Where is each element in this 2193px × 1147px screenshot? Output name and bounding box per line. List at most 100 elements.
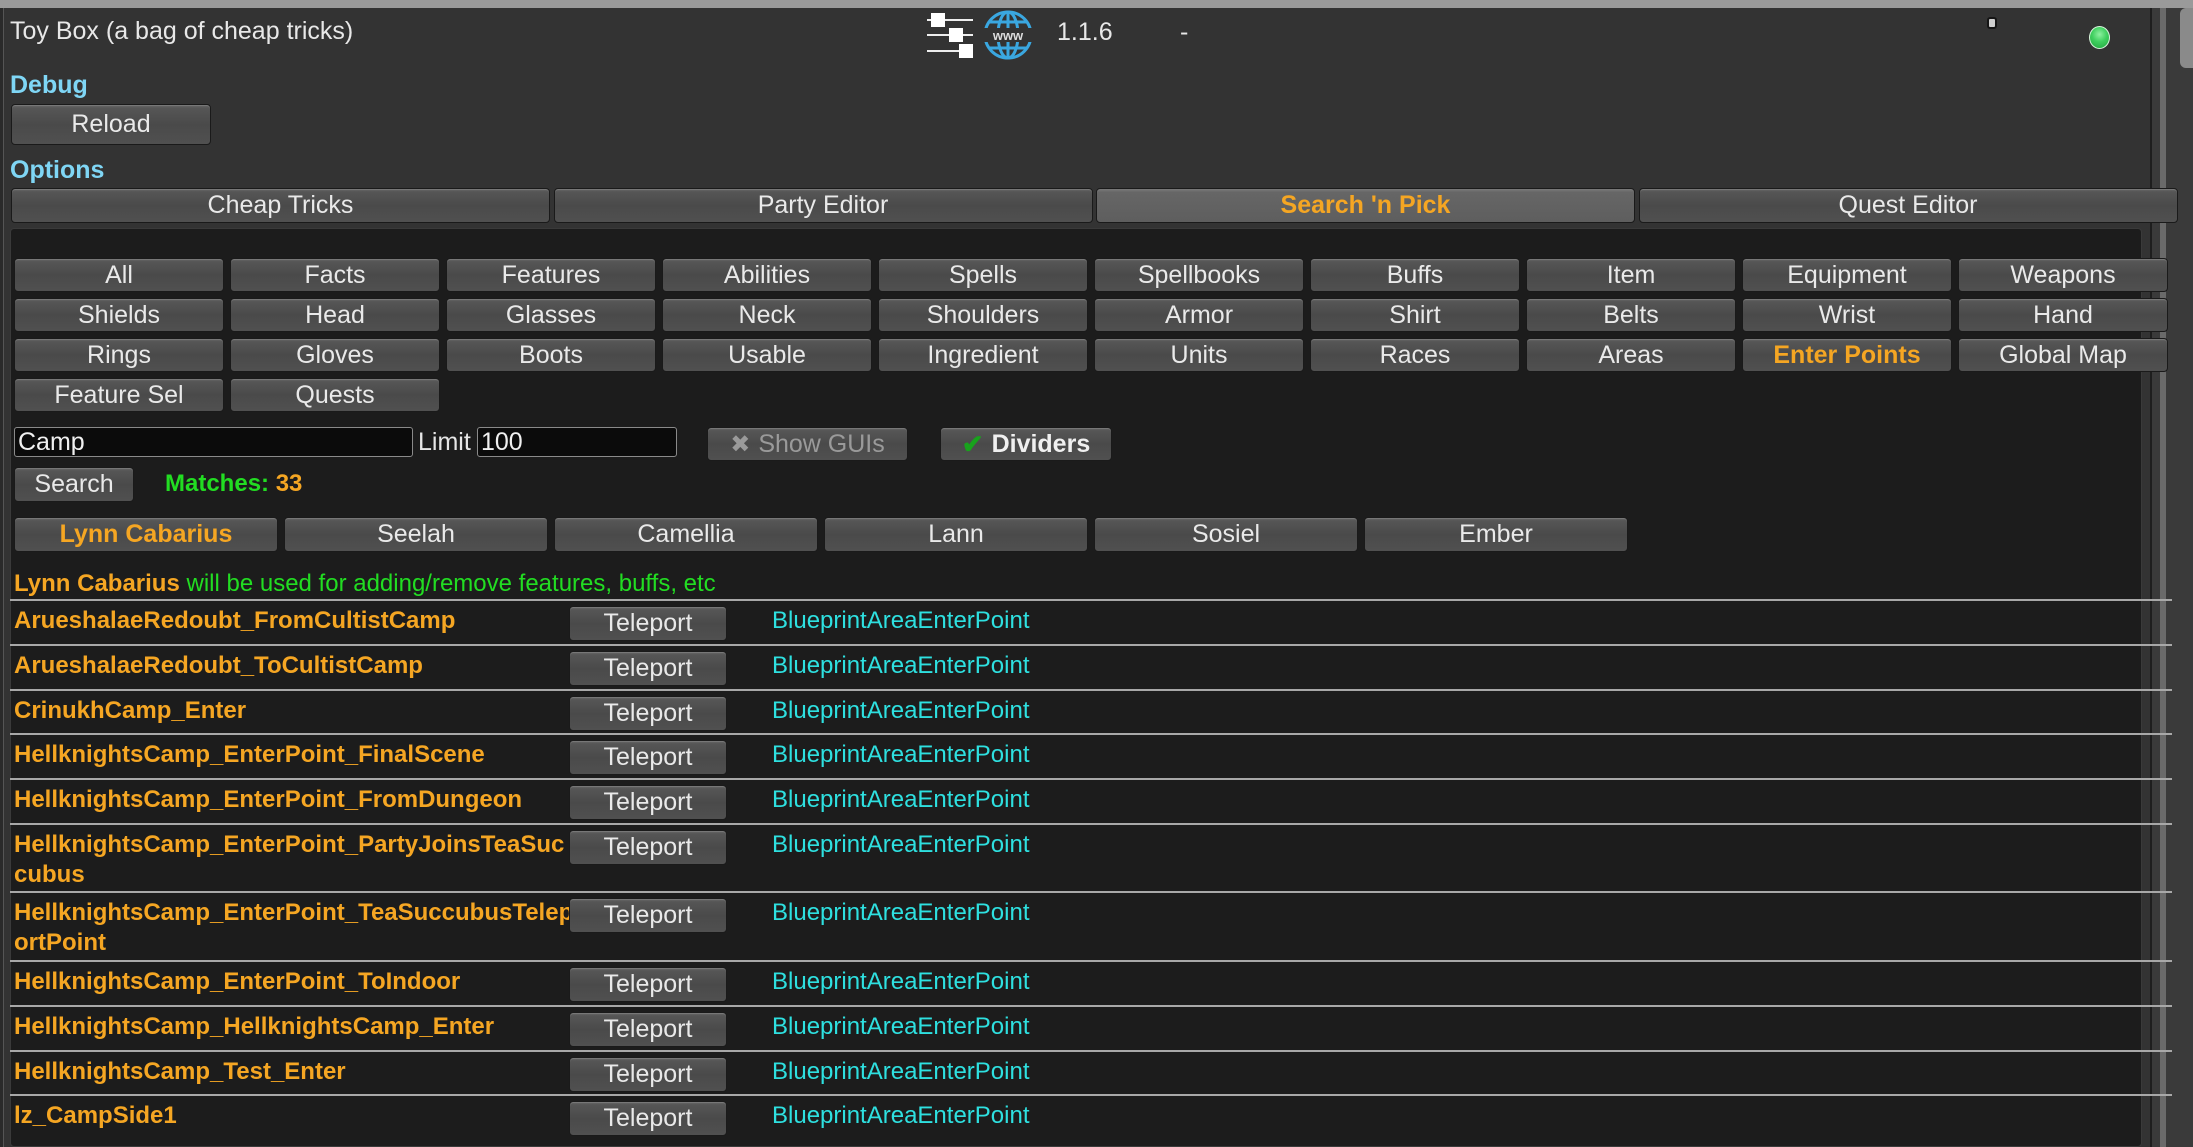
settings-sliders-icon[interactable] xyxy=(925,10,975,65)
matches-count: Matches: 33 xyxy=(165,470,302,498)
category-belts[interactable]: Belts xyxy=(1526,298,1736,332)
party-member-lynn-cabarius[interactable]: Lynn Cabarius xyxy=(14,517,278,552)
teleport-button[interactable]: Teleport xyxy=(569,1101,727,1137)
category-shirt[interactable]: Shirt xyxy=(1310,298,1520,332)
result-type: BlueprintAreaEnterPoint xyxy=(772,1102,1030,1130)
category-equipment[interactable]: Equipment xyxy=(1742,258,1952,292)
category-shields[interactable]: Shields xyxy=(14,298,224,332)
teleport-button[interactable]: Teleport xyxy=(569,829,727,865)
result-name: HellknightsCamp_EnterPoint_PartyJoinsTea… xyxy=(14,830,565,888)
result-row: HellknightsCamp_EnterPoint_PartyJoinsTea… xyxy=(10,822,2172,892)
category-neck[interactable]: Neck xyxy=(662,298,872,332)
options-section-label: Options xyxy=(10,156,105,184)
teleport-button[interactable]: Teleport xyxy=(569,695,727,731)
result-name: CrinukhCamp_Enter xyxy=(14,696,247,724)
status-indicator-icon xyxy=(2089,26,2110,49)
category-abilities[interactable]: Abilities xyxy=(662,258,872,292)
result-name: ArueshalaeRedoubt_ToCultistCamp xyxy=(14,651,423,679)
result-type: BlueprintAreaEnterPoint xyxy=(772,786,1030,814)
limit-label: Limit xyxy=(418,428,471,456)
matches-label: Matches: xyxy=(165,470,270,497)
category-units[interactable]: Units xyxy=(1094,338,1304,372)
category-shoulders[interactable]: Shoulders xyxy=(878,298,1088,332)
result-row: HellknightsCamp_EnterPoint_FromDungeon Te… xyxy=(10,778,2172,823)
teleport-button[interactable]: Teleport xyxy=(569,606,727,641)
result-name: lz_CampSide1 xyxy=(14,1102,177,1130)
party-member-camellia[interactable]: Camellia xyxy=(554,517,818,552)
category-quests[interactable]: Quests xyxy=(230,378,440,412)
category-buffs[interactable]: Buffs xyxy=(1310,258,1520,292)
category-head[interactable]: Head xyxy=(230,298,440,332)
result-name: HellknightsCamp_HellknightsCamp_Enter xyxy=(14,1012,495,1040)
category-facts[interactable]: Facts xyxy=(230,258,440,292)
category-boots[interactable]: Boots xyxy=(446,338,656,372)
result-row: HellknightsCamp_EnterPoint_TeaSuccubusTe… xyxy=(10,891,2172,960)
tab-cheap-tricks[interactable]: Cheap Tricks xyxy=(11,188,550,223)
search-button[interactable]: Search xyxy=(14,467,134,502)
category-usable[interactable]: Usable xyxy=(662,338,872,372)
party-member-lann[interactable]: Lann xyxy=(824,517,1088,552)
category-gloves[interactable]: Gloves xyxy=(230,338,440,372)
category-races[interactable]: Races xyxy=(1310,338,1520,372)
category-ingredient[interactable]: Ingredient xyxy=(878,338,1088,372)
result-name: HellknightsCamp_EnterPoint_ToIndoor xyxy=(14,967,461,995)
search-input[interactable]: Camp xyxy=(14,427,413,457)
header-separator: - xyxy=(1180,18,1189,46)
party-member-ember[interactable]: Ember xyxy=(1364,517,1628,552)
dividers-label: Dividers xyxy=(991,429,1091,458)
header-icons: www xyxy=(925,10,1033,65)
scrollbar-thumb[interactable] xyxy=(2180,8,2193,68)
reload-button[interactable]: Reload xyxy=(11,104,211,145)
teleport-button[interactable]: Teleport xyxy=(569,898,727,934)
window-title: Toy Box (a bag of cheap tricks) xyxy=(10,17,354,45)
dividers-toggle[interactable]: ✔ Dividers xyxy=(940,427,1112,461)
category-rings[interactable]: Rings xyxy=(14,338,224,372)
teleport-button[interactable]: Teleport xyxy=(569,1011,727,1047)
result-row: ArueshalaeRedoubt_FromCultistCamp Telepor… xyxy=(10,599,2172,644)
category-armor[interactable]: Armor xyxy=(1094,298,1304,332)
teleport-button[interactable]: Teleport xyxy=(569,966,727,1002)
category-features[interactable]: Features xyxy=(446,258,656,292)
category-hand[interactable]: Hand xyxy=(1958,298,2168,332)
checkmark-icon: ✔ xyxy=(961,428,984,459)
result-type: BlueprintAreaEnterPoint xyxy=(772,651,1030,679)
teleport-button[interactable]: Teleport xyxy=(569,785,727,821)
www-globe-icon[interactable]: www xyxy=(983,9,1033,66)
tab-search-n-pick[interactable]: Search 'n Pick xyxy=(1096,188,1635,223)
result-type: BlueprintAreaEnterPoint xyxy=(772,830,1030,858)
result-type: BlueprintAreaEnterPoint xyxy=(772,696,1030,724)
small-toggle-indicator[interactable] xyxy=(1987,17,1997,29)
tab-party-editor[interactable]: Party Editor xyxy=(553,188,1093,223)
result-row: HellknightsCamp_HellknightsCamp_Enter Tel… xyxy=(10,1004,2172,1050)
debug-section-label: Debug xyxy=(10,71,88,99)
category-enter-points[interactable]: Enter Points xyxy=(1742,338,1952,372)
category-weapons[interactable]: Weapons xyxy=(1958,258,2168,292)
category-feature-sel[interactable]: Feature Sel xyxy=(14,378,224,412)
category-global-map[interactable]: Global Map xyxy=(1958,338,2168,372)
teleport-button[interactable]: Teleport xyxy=(569,650,727,686)
category-all[interactable]: All xyxy=(14,258,224,292)
show-guis-toggle[interactable]: ✖ Show GUIs xyxy=(707,427,908,461)
party-member-seelah[interactable]: Seelah xyxy=(284,517,548,552)
results-list: ArueshalaeRedoubt_FromCultistCamp Telepor… xyxy=(10,599,2172,1139)
result-row: HellknightsCamp_EnterPoint_FinalScene Tel… xyxy=(10,733,2172,778)
version-label: 1.1.6 xyxy=(1057,18,1113,46)
category-spells[interactable]: Spells xyxy=(878,258,1088,292)
teleport-button[interactable]: Teleport xyxy=(569,1056,727,1092)
category-spellbooks[interactable]: Spellbooks xyxy=(1094,258,1304,292)
limit-input[interactable]: 100 xyxy=(477,427,677,457)
result-row: lz_CampSide1 Teleport BlueprintAreaEnterPo… xyxy=(10,1094,2172,1139)
category-item[interactable]: Item xyxy=(1526,258,1736,292)
teleport-button[interactable]: Teleport xyxy=(569,740,727,776)
svg-text:www: www xyxy=(992,28,1024,43)
category-wrist[interactable]: Wrist xyxy=(1742,298,1952,332)
result-type: BlueprintAreaEnterPoint xyxy=(772,967,1030,995)
category-areas[interactable]: Areas xyxy=(1526,338,1736,372)
result-row: HellknightsCamp_EnterPoint_ToIndoor Telep… xyxy=(10,959,2172,1005)
party-member-sosiel[interactable]: Sosiel xyxy=(1094,517,1358,552)
tab-quest-editor[interactable]: Quest Editor xyxy=(1638,188,2178,223)
selected-unit-info: Lynn Cabarius will be used for adding/re… xyxy=(14,570,716,598)
result-type: BlueprintAreaEnterPoint xyxy=(772,899,1030,927)
category-glasses[interactable]: Glasses xyxy=(446,298,656,332)
selected-unit-name: Lynn Cabarius xyxy=(14,570,180,597)
